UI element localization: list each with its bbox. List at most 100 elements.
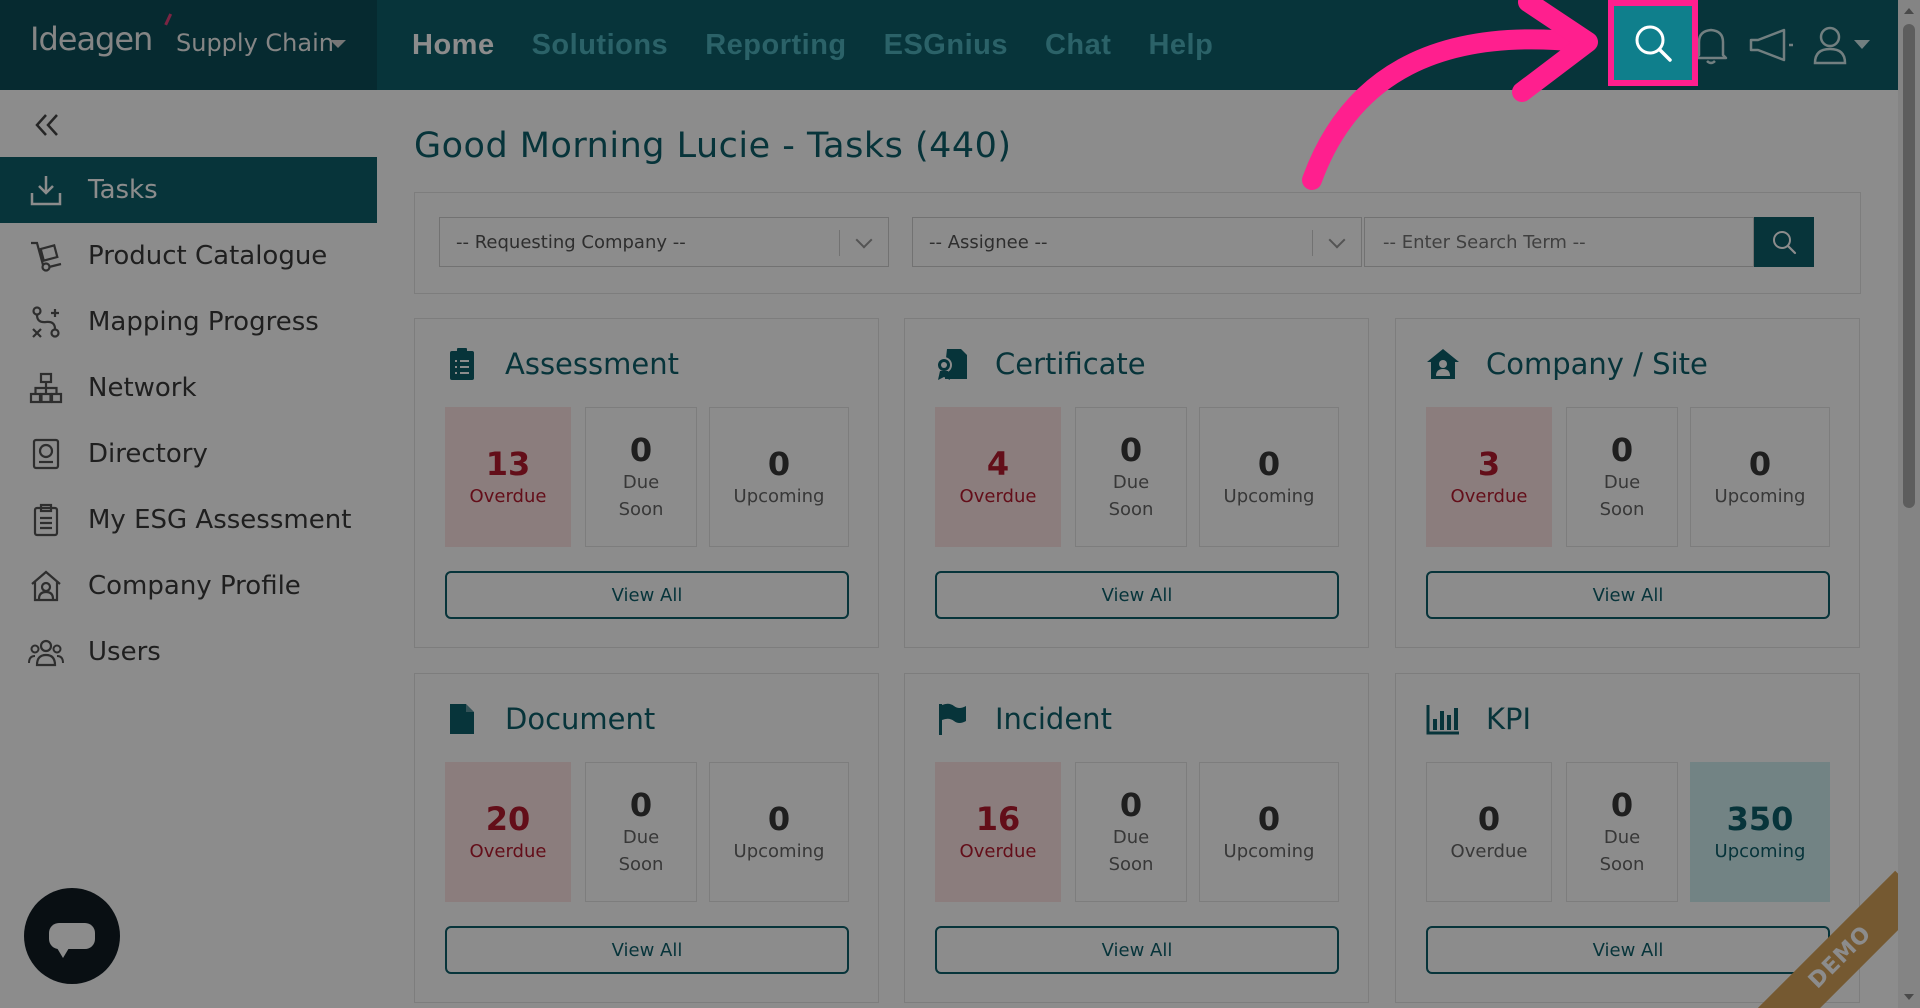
view-all-button[interactable]: View All — [935, 571, 1339, 619]
upcoming-count: 350 — [1726, 799, 1794, 838]
highlighted-search-button[interactable] — [1608, 0, 1698, 86]
sidebar-item-label: Tasks — [88, 175, 158, 205]
brand-product-name: Supply Chain — [176, 29, 334, 57]
due-soon-stat[interactable]: 0 Due Soon — [1075, 407, 1187, 547]
nav-home[interactable]: Home — [412, 29, 495, 62]
due-label: Due — [622, 472, 660, 493]
overdue-count: 4 — [986, 444, 1010, 483]
due-soon-count: 0 — [1119, 431, 1143, 469]
due-soon-count: 0 — [629, 431, 653, 469]
upcoming-stat[interactable]: 0 Upcoming — [709, 762, 849, 902]
clipboard-icon — [28, 502, 64, 538]
overdue-stat[interactable]: 20 Overdue — [445, 762, 571, 902]
search-button[interactable] — [1754, 217, 1814, 267]
hand-truck-icon — [28, 238, 64, 274]
chevron-down-icon — [1328, 231, 1346, 249]
due-soon-stat[interactable]: 0 Due Soon — [1075, 762, 1187, 902]
caret-down-icon — [1854, 40, 1870, 49]
view-all-button[interactable]: View All — [1426, 926, 1830, 974]
brand-logo: Ideagen — [30, 10, 173, 58]
overdue-label: Overdue — [1450, 840, 1528, 862]
overdue-label: Overdue — [469, 840, 547, 862]
announcements-button[interactable] — [1746, 20, 1796, 70]
sidebar-item-users[interactable]: Users — [0, 619, 377, 685]
nav-solutions[interactable]: Solutions — [532, 29, 669, 62]
upcoming-stat[interactable]: 0 Upcoming — [1690, 407, 1830, 547]
search-input[interactable] — [1364, 217, 1754, 267]
due-soon-stat[interactable]: 0 Due Soon — [585, 407, 697, 547]
sidebar-item-mapping-progress[interactable]: Mapping Progress — [0, 289, 377, 355]
sidebar-item-label: Company Profile — [88, 571, 301, 601]
upcoming-stat[interactable]: 0 Upcoming — [709, 407, 849, 547]
card-title: Document — [505, 702, 656, 736]
overdue-stat[interactable]: 13 Overdue — [445, 407, 571, 547]
overdue-count: 0 — [1477, 799, 1501, 838]
page-scrollbar[interactable] — [1898, 0, 1920, 1008]
sidebar-item-network[interactable]: Network — [0, 355, 377, 421]
requesting-company-select[interactable]: -- Requesting Company -- — [439, 217, 889, 267]
due-soon-stat[interactable]: 0 Due Soon — [585, 762, 697, 902]
chat-launcher-button[interactable] — [24, 888, 120, 984]
upcoming-label: Upcoming — [1223, 840, 1315, 862]
scroll-down-arrow-icon[interactable] — [1904, 994, 1914, 1000]
upcoming-count: 0 — [1748, 444, 1772, 483]
sidebar-item-product-catalogue[interactable]: Product Catalogue — [0, 223, 377, 289]
upcoming-stat[interactable]: 350 Upcoming — [1690, 762, 1830, 902]
upcoming-label: Upcoming — [1714, 485, 1806, 507]
overdue-count: 3 — [1477, 444, 1501, 483]
upcoming-stat[interactable]: 0 Upcoming — [1199, 407, 1339, 547]
view-all-button[interactable]: View All — [445, 571, 849, 619]
sidebar-item-my-esg-assessment[interactable]: My ESG Assessment — [0, 487, 377, 553]
incident-card: Incident 16 Overdue 0 Due Soon 0 Upcoming Vi… — [904, 673, 1369, 1003]
users-icon — [28, 634, 64, 670]
due-label: Due — [1603, 827, 1641, 848]
sidebar-item-company-profile[interactable]: Company Profile — [0, 553, 377, 619]
brand-switcher[interactable]: Ideagen Supply Chain — [0, 0, 377, 90]
overdue-stat[interactable]: 0 Overdue — [1426, 762, 1552, 902]
kpi-card: KPI 0 Overdue 0 Due Soon 350 Upcoming View A… — [1395, 673, 1860, 1003]
overdue-stat[interactable]: 16 Overdue — [935, 762, 1061, 902]
filter-panel: -- Requesting Company -- -- Assignee -- — [414, 192, 1861, 294]
due-label: Due — [622, 827, 660, 848]
sidebar: Tasks Product Catalogue Mapping Progress… — [0, 90, 377, 1008]
brand-logo-text: Ideagen — [30, 20, 153, 58]
select-placeholder: -- Assignee -- — [929, 231, 1048, 253]
upcoming-stat[interactable]: 0 Upcoming — [1199, 762, 1339, 902]
overdue-stat[interactable]: 4 Overdue — [935, 407, 1061, 547]
nav-chat[interactable]: Chat — [1045, 29, 1111, 62]
card-title: Certificate — [995, 347, 1146, 381]
overdue-label: Overdue — [959, 840, 1037, 862]
sidebar-item-tasks[interactable]: Tasks — [0, 157, 377, 223]
overdue-count: 16 — [975, 799, 1021, 838]
caret-down-icon[interactable] — [330, 40, 346, 48]
soon-label: Soon — [618, 854, 664, 875]
search-icon — [1635, 25, 1672, 62]
nav-esgnius[interactable]: ESGnius — [884, 29, 1008, 62]
house-icon — [1426, 347, 1460, 381]
assignee-select[interactable]: -- Assignee -- — [912, 217, 1362, 267]
card-header: Document — [445, 702, 655, 736]
due-label: Due — [1112, 827, 1150, 848]
upcoming-label: Upcoming — [733, 840, 825, 862]
scroll-up-arrow-icon[interactable] — [1904, 8, 1914, 14]
user-menu-button[interactable] — [1806, 20, 1876, 70]
scrollbar-thumb[interactable] — [1903, 24, 1915, 508]
overdue-stat[interactable]: 3 Overdue — [1426, 407, 1552, 547]
nav-reporting[interactable]: Reporting — [705, 29, 846, 62]
bell-icon — [1694, 28, 1728, 65]
soon-label: Soon — [1599, 854, 1645, 875]
collapse-sidebar-button[interactable] — [32, 110, 62, 140]
chevron-down-icon — [855, 231, 873, 249]
divider — [1312, 230, 1313, 256]
due-soon-stat[interactable]: 0 Due Soon — [1566, 762, 1678, 902]
view-all-button[interactable]: View All — [445, 926, 849, 974]
main-content: Good Morning Lucie - Tasks (440) -- Requ… — [377, 90, 1897, 1008]
view-all-button[interactable]: View All — [1426, 571, 1830, 619]
download-tray-icon — [28, 172, 64, 208]
view-all-button[interactable]: View All — [935, 926, 1339, 974]
sidebar-item-directory[interactable]: Directory — [0, 421, 377, 487]
overdue-label: Overdue — [959, 485, 1037, 507]
due-soon-stat[interactable]: 0 Due Soon — [1566, 407, 1678, 547]
nav-help[interactable]: Help — [1148, 29, 1213, 62]
card-header: Certificate — [935, 347, 1146, 381]
